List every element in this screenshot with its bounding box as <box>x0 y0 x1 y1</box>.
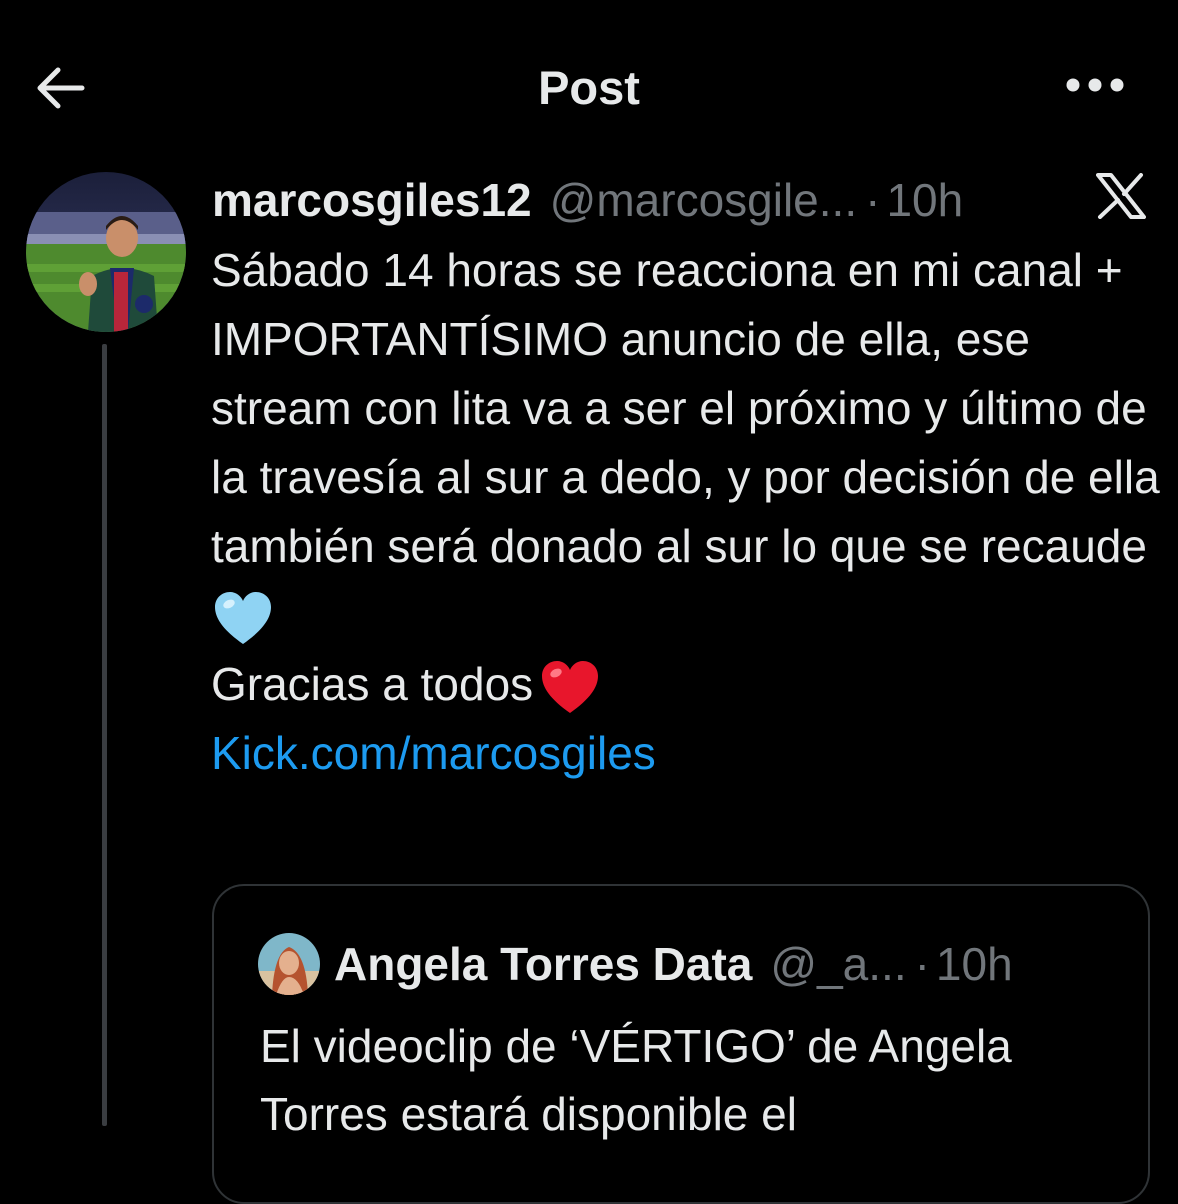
blue-heart-line <box>211 581 1161 650</box>
author-avatar[interactable] <box>26 172 186 332</box>
quote-author-handle[interactable]: @_a... <box>770 937 906 991</box>
separator-dot: · <box>865 174 881 226</box>
quote-avatar-photo <box>258 933 320 995</box>
quote-text: El videoclip de ‘VÉRTIGO’ de Angela Torr… <box>260 1020 1012 1140</box>
quote-author-row: Angela Torres Data @_a... · 10h <box>258 932 1013 996</box>
red-heart-icon <box>542 660 599 713</box>
quote-separator-dot: · <box>914 938 930 990</box>
thanks-line: Gracias a todos <box>211 650 1161 719</box>
author-name[interactable]: marcosgiles12 <box>212 173 532 227</box>
link-line: Kick.com/marcosgiles <box>211 719 1161 788</box>
author-handle[interactable]: @marcosgile... <box>550 173 857 227</box>
post-body: Sábado 14 horas se reacciona en mi canal… <box>211 236 1161 788</box>
more-horizontal-icon <box>1066 78 1124 92</box>
avatar-photo <box>26 172 186 332</box>
kick-link[interactable]: Kick.com/marcosgiles <box>211 727 656 779</box>
thread-line <box>102 344 107 1126</box>
page-title: Post <box>538 61 640 114</box>
quote-timestamp[interactable]: 10h <box>936 937 1013 991</box>
post-text: Sábado 14 horas se reacciona en mi canal… <box>211 244 1160 572</box>
x-logo-icon <box>1094 170 1148 222</box>
quote-author-name[interactable]: Angela Torres Data <box>334 937 752 991</box>
post-author-row: marcosgiles12 @marcosgile... · 10h <box>212 170 963 230</box>
light-blue-heart-icon <box>215 591 271 644</box>
quoted-post-card[interactable]: Angela Torres Data @_a... · 10h El video… <box>212 884 1150 1204</box>
post-timestamp[interactable]: 10h <box>886 173 963 227</box>
thanks-text: Gracias a todos <box>211 658 534 710</box>
quote-author-avatar[interactable] <box>258 933 320 995</box>
more-options-button[interactable] <box>1062 60 1128 110</box>
top-bar: Post <box>0 0 1178 170</box>
